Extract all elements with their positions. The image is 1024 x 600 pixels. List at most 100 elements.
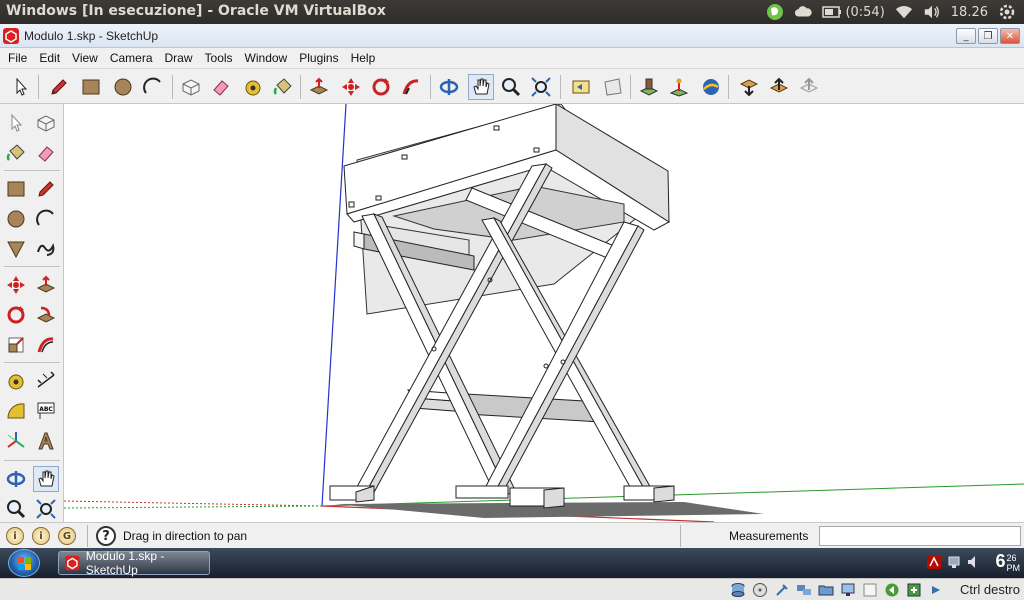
select-icon[interactable] <box>8 74 34 100</box>
host-clock[interactable]: 18.26 <box>951 5 988 20</box>
close-button[interactable]: ✕ <box>1000 28 1020 44</box>
pan-icon[interactable] <box>33 466 59 492</box>
orbit-icon[interactable] <box>3 466 29 492</box>
protractor-icon[interactable] <box>3 398 29 424</box>
next-view-icon[interactable] <box>600 74 626 100</box>
pencil-icon[interactable] <box>46 74 72 100</box>
zoom-icon[interactable] <box>3 496 29 522</box>
wifi-icon[interactable] <box>895 4 913 20</box>
offset-icon[interactable] <box>33 332 59 358</box>
red-axis-dashed <box>64 500 323 507</box>
tape-measure-icon[interactable] <box>240 74 266 100</box>
menu-edit[interactable]: Edit <box>33 51 66 65</box>
menu-window[interactable]: Window <box>239 51 294 65</box>
minimize-button[interactable]: _ <box>956 28 976 44</box>
model-viewport[interactable] <box>64 104 1024 522</box>
taskbar-sketchup-button[interactable]: Modulo 1.skp - SketchUp <box>58 549 210 577</box>
zoom-extents-icon[interactable] <box>528 74 554 100</box>
make-component-icon[interactable] <box>33 110 59 136</box>
optical-drive-icon[interactable] <box>752 582 768 598</box>
polygon-icon[interactable] <box>3 236 29 262</box>
keyboard-arrow-icon[interactable] <box>928 582 944 598</box>
rectangle-icon[interactable] <box>78 74 104 100</box>
3d-text-icon[interactable] <box>33 428 59 454</box>
mouse-integration-icon[interactable] <box>906 582 922 598</box>
follow-me-icon[interactable] <box>398 74 424 100</box>
google-earth-icon[interactable] <box>698 74 724 100</box>
zoom-icon[interactable] <box>498 74 524 100</box>
location-icon[interactable]: i <box>6 527 24 545</box>
make-component-icon[interactable] <box>178 74 204 100</box>
get-models-icon[interactable] <box>736 74 762 100</box>
menu-view[interactable]: View <box>66 51 104 65</box>
network-icon[interactable] <box>946 554 962 570</box>
menu-help[interactable]: Help <box>345 51 382 65</box>
cloud-icon[interactable] <box>794 4 813 20</box>
tape-measure-icon[interactable] <box>3 368 29 394</box>
display-icon[interactable] <box>840 582 856 598</box>
text-icon[interactable]: ABC <box>33 398 59 424</box>
arc-icon[interactable] <box>140 74 166 100</box>
clock-ampm: PM <box>1006 563 1021 573</box>
freehand-icon[interactable] <box>33 236 59 262</box>
menu-file[interactable]: File <box>2 51 33 65</box>
google-icon[interactable]: G <box>58 527 76 545</box>
share-model-icon[interactable] <box>766 74 792 100</box>
guest-tray <box>926 554 982 570</box>
orbit-icon[interactable] <box>436 74 462 100</box>
previous-view-icon[interactable] <box>568 74 594 100</box>
rotate-icon[interactable] <box>3 302 29 328</box>
follow-me-icon[interactable] <box>33 302 59 328</box>
credit-icon[interactable]: i <box>32 527 50 545</box>
hard-disk-icon[interactable] <box>730 582 746 598</box>
main-toolbar <box>0 68 1024 104</box>
rotate-icon[interactable] <box>368 74 394 100</box>
menu-tools[interactable]: Tools <box>199 51 239 65</box>
adobe-icon[interactable] <box>926 554 942 570</box>
dimension-icon[interactable] <box>33 368 59 394</box>
menu-plugins[interactable]: Plugins <box>293 51 344 65</box>
eraser-icon[interactable] <box>208 74 234 100</box>
guest-additions-icon[interactable] <box>884 582 900 598</box>
toggle-terrain-icon[interactable] <box>666 74 692 100</box>
gear-icon[interactable] <box>998 4 1016 20</box>
pan-icon[interactable] <box>468 74 494 100</box>
guest-clock[interactable]: 6 26 PM <box>995 551 1020 573</box>
host-tray: (0:54) 18.26 <box>766 2 1016 22</box>
menu-draw[interactable]: Draw <box>159 51 199 65</box>
move-icon[interactable] <box>3 272 29 298</box>
help-icon[interactable]: ? <box>96 526 116 546</box>
volume-icon[interactable] <box>923 4 941 20</box>
usb-icon[interactable] <box>774 582 790 598</box>
push-pull-icon[interactable] <box>306 74 332 100</box>
folding-table-model <box>64 104 1024 522</box>
video-capture-icon[interactable] <box>862 582 878 598</box>
evernote-icon[interactable] <box>766 4 784 20</box>
start-button[interactable] <box>8 549 40 577</box>
circle-icon[interactable] <box>110 74 136 100</box>
green-axis-dashed <box>64 505 323 509</box>
zoom-extents-icon[interactable] <box>33 496 59 522</box>
select-icon[interactable] <box>3 110 29 136</box>
battery-indicator[interactable]: (0:54) <box>822 5 885 20</box>
menu-camera[interactable]: Camera <box>104 51 159 65</box>
share-component-icon[interactable] <box>796 74 822 100</box>
foot-middle <box>455 485 509 499</box>
add-location-icon[interactable] <box>636 74 662 100</box>
scale-icon[interactable] <box>3 332 29 358</box>
axes-icon[interactable] <box>3 428 29 454</box>
move-icon[interactable] <box>338 74 364 100</box>
rectangle-icon[interactable] <box>3 176 29 202</box>
circle-icon[interactable] <box>3 206 29 232</box>
pencil-icon[interactable] <box>33 176 59 202</box>
restore-button[interactable]: ❐ <box>978 28 998 44</box>
push-pull-icon[interactable] <box>33 272 59 298</box>
measurements-input[interactable] <box>819 526 1021 546</box>
shared-folder-icon[interactable] <box>818 582 834 598</box>
volume-icon[interactable] <box>966 554 982 570</box>
paint-bucket-icon[interactable] <box>270 74 296 100</box>
network-adapter-icon[interactable] <box>796 582 812 598</box>
paint-bucket-icon[interactable] <box>3 140 29 166</box>
eraser-icon[interactable] <box>33 140 59 166</box>
arc-icon[interactable] <box>33 206 59 232</box>
